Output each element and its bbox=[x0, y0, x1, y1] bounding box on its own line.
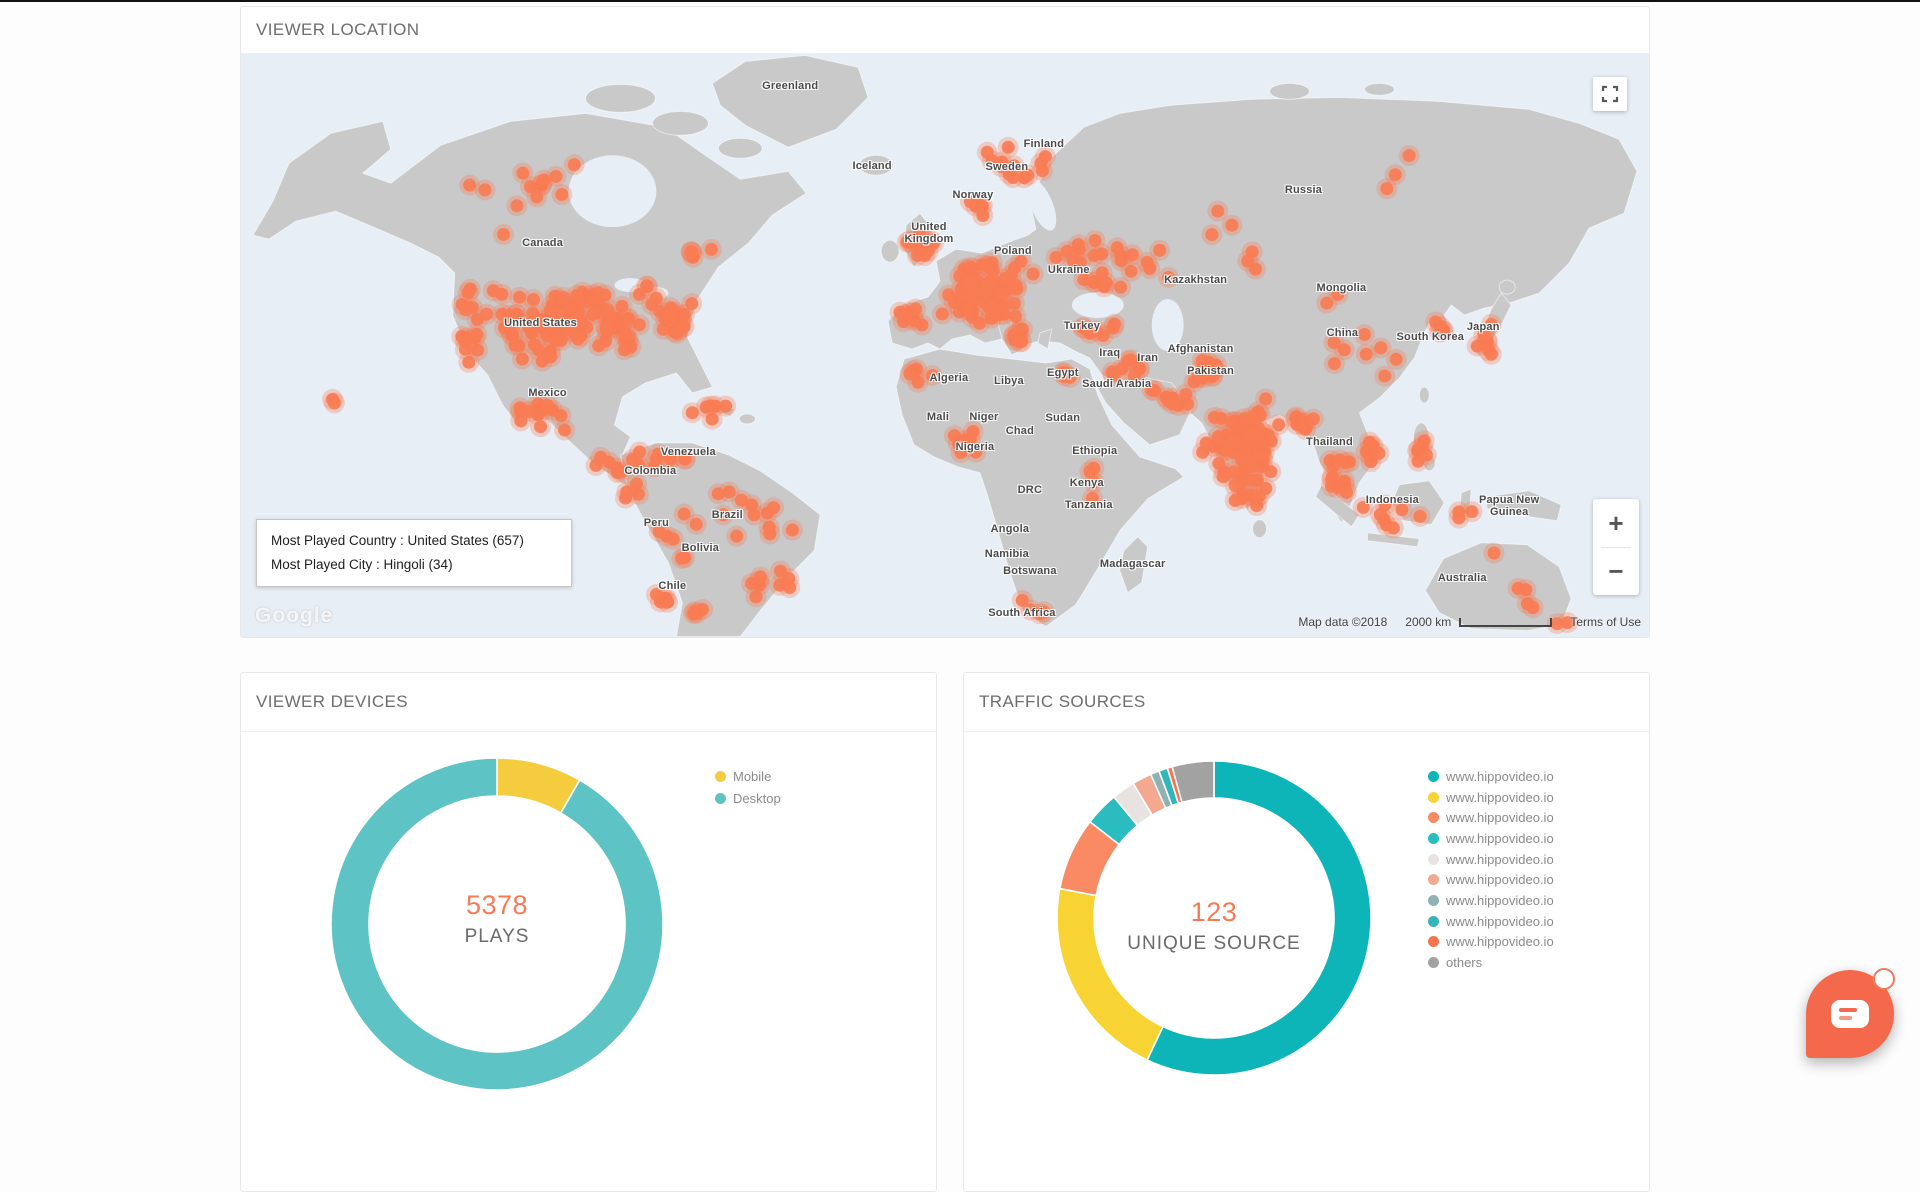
legend-color-dot bbox=[1428, 792, 1439, 803]
viewer-location-panel: VIEWER LOCATION bbox=[240, 6, 1650, 638]
map-data-copyright: Map data ©2018 bbox=[1298, 615, 1387, 629]
most-played-country: Most Played Country : United States (657… bbox=[271, 529, 557, 553]
legend-label: others bbox=[1446, 955, 1482, 970]
chat-notification-badge bbox=[1873, 968, 1895, 990]
legend-color-dot bbox=[1428, 812, 1439, 823]
legend-item[interactable]: Desktop bbox=[715, 787, 781, 809]
scale-bar bbox=[1459, 618, 1552, 627]
devices-donut-slices[interactable] bbox=[331, 758, 663, 1090]
chat-icon bbox=[1831, 1000, 1869, 1028]
legend-label: Desktop bbox=[733, 791, 781, 806]
legend-label: www.hippovideo.io bbox=[1446, 852, 1554, 867]
legend-color-dot bbox=[1428, 854, 1439, 865]
google-map[interactable]: GreenlandIcelandFinlandSwedenNorwayRussi… bbox=[241, 53, 1649, 637]
legend-label: www.hippovideo.io bbox=[1446, 831, 1554, 846]
devices-donut-svg bbox=[317, 744, 677, 1104]
zoom-out-button[interactable]: − bbox=[1593, 548, 1639, 596]
devices-donut bbox=[317, 744, 677, 1109]
scale-text: 2000 km bbox=[1405, 615, 1451, 629]
viewer-devices-panel: VIEWER DEVICES 5378 PLAYS MobileDesktop bbox=[240, 672, 937, 1192]
legend-color-dot bbox=[1428, 833, 1439, 844]
map-fullscreen-button[interactable] bbox=[1593, 77, 1627, 111]
legend-label: Mobile bbox=[733, 769, 771, 784]
devices-legend: Mobile Desktop bbox=[715, 765, 781, 809]
legend-item[interactable]: www.hippovideo.io bbox=[1428, 766, 1554, 787]
legend-color-dot bbox=[1428, 936, 1439, 947]
most-played-city: Most Played City : Hingoli (34) bbox=[271, 553, 557, 577]
legend-label: www.hippovideo.io bbox=[1446, 934, 1554, 949]
legend-item[interactable]: Mobile bbox=[715, 765, 781, 787]
sources-donut-svg bbox=[1049, 753, 1379, 1083]
legend-item[interactable]: www.hippovideo.io bbox=[1428, 807, 1554, 828]
legend-item[interactable]: www.hippovideo.io bbox=[1428, 787, 1554, 808]
legend-label: www.hippovideo.io bbox=[1446, 893, 1554, 908]
legend-item[interactable]: www.hippovideo.io bbox=[1428, 890, 1554, 911]
sources-donut-slices[interactable] bbox=[1057, 761, 1371, 1075]
traffic-sources-panel: TRAFFIC SOURCES 123 UNIQUE SOURCE www.hi… bbox=[963, 672, 1650, 1192]
legend-item[interactable]: www.hippovideo.io bbox=[1428, 932, 1554, 953]
donut-slice[interactable] bbox=[331, 758, 663, 1090]
sources-donut bbox=[1049, 753, 1379, 1088]
terms-of-use-link[interactable]: Terms of Use bbox=[1570, 615, 1641, 629]
viewer-location-title: VIEWER LOCATION bbox=[256, 20, 419, 40]
chat-widget-button[interactable] bbox=[1806, 970, 1894, 1058]
google-logo[interactable]: Google bbox=[255, 604, 333, 628]
zoom-in-button[interactable]: + bbox=[1593, 499, 1639, 547]
legend-color-dot bbox=[1428, 874, 1439, 885]
legend-item[interactable]: others bbox=[1428, 952, 1554, 973]
fullscreen-icon bbox=[1601, 85, 1619, 103]
legend-item[interactable]: www.hippovideo.io bbox=[1428, 828, 1554, 849]
map-info-box: Most Played Country : United States (657… bbox=[256, 519, 572, 587]
legend-label: www.hippovideo.io bbox=[1446, 872, 1554, 887]
map-attribution: Map data ©2018 2000 km Terms of Use bbox=[1298, 615, 1641, 629]
legend-item[interactable]: www.hippovideo.io bbox=[1428, 869, 1554, 890]
legend-label: www.hippovideo.io bbox=[1446, 914, 1554, 929]
donut-slice[interactable] bbox=[1057, 889, 1163, 1060]
map-zoom-control: + − bbox=[1593, 499, 1639, 595]
legend-label: www.hippovideo.io bbox=[1446, 790, 1554, 805]
legend-item[interactable]: www.hippovideo.io bbox=[1428, 849, 1554, 870]
traffic-sources-title: TRAFFIC SOURCES bbox=[979, 692, 1146, 712]
sources-legend: www.hippovideo.io www.hippovideo.io www.hi… bbox=[1428, 766, 1554, 973]
traffic-sources-header: TRAFFIC SOURCES bbox=[964, 673, 1649, 732]
legend-color-dot bbox=[1428, 957, 1439, 968]
legend-color-dot bbox=[1428, 895, 1439, 906]
viewer-location-header: VIEWER LOCATION bbox=[241, 7, 1649, 53]
legend-label: www.hippovideo.io bbox=[1446, 810, 1554, 825]
legend-item[interactable]: www.hippovideo.io bbox=[1428, 911, 1554, 932]
legend-color-dot bbox=[715, 793, 726, 804]
top-border-line bbox=[0, 0, 1920, 2]
donut-slice[interactable] bbox=[1147, 761, 1371, 1075]
legend-color-dot bbox=[715, 771, 726, 782]
legend-color-dot bbox=[1428, 771, 1439, 782]
viewer-devices-title: VIEWER DEVICES bbox=[256, 692, 408, 712]
legend-color-dot bbox=[1428, 916, 1439, 927]
viewer-devices-header: VIEWER DEVICES bbox=[241, 673, 936, 732]
legend-label: www.hippovideo.io bbox=[1446, 769, 1554, 784]
